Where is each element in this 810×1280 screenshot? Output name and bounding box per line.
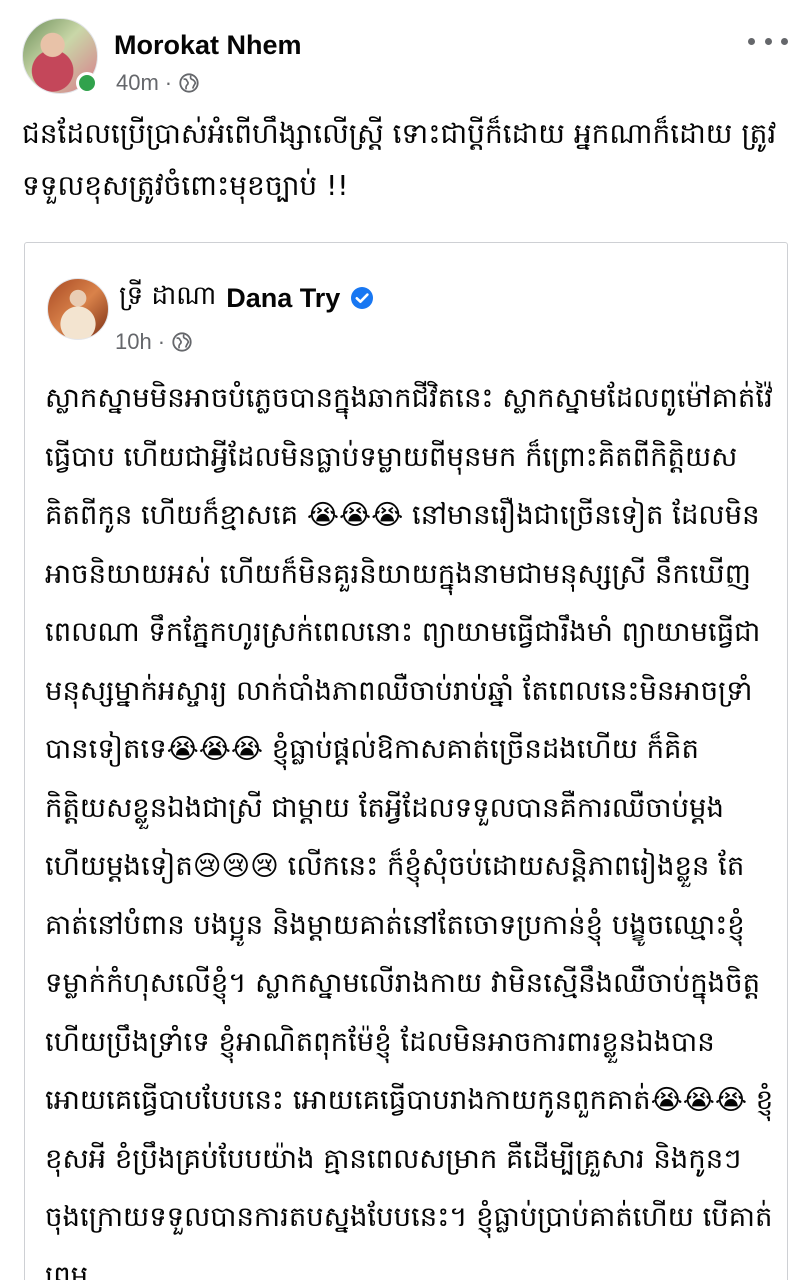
post-time[interactable]: 40m — [116, 70, 159, 96]
shared-author: ទ្រី ដាណា Dana Try — [119, 279, 374, 317]
globe-icon[interactable] — [178, 72, 200, 94]
post-text: ជនដែលប្រើប្រាស់អំពើហឹង្សាលើស្រ្តី ទោះជាប… — [22, 117, 777, 202]
more-dot — [781, 37, 788, 45]
author-name[interactable]: Morokat Nhem — [114, 30, 302, 61]
more-dot — [764, 37, 772, 45]
shared-author-avatar[interactable] — [47, 278, 109, 340]
shared-author-latin-name[interactable]: Dana Try — [226, 283, 340, 314]
shared-post-time[interactable]: 10h — [115, 329, 152, 355]
more-options-icon[interactable] — [748, 26, 788, 56]
shared-post-meta: 10h · — [115, 329, 193, 355]
shared-author-khmer-name[interactable]: ទ្រី ដាណា — [119, 279, 216, 317]
post-meta: 40m · — [116, 70, 200, 96]
globe-icon[interactable] — [171, 331, 193, 353]
meta-separator: · — [164, 70, 173, 95]
meta-separator: · — [157, 329, 166, 354]
shared-post-card[interactable]: ទ្រី ដាណា Dana Try 10h · ស្លាកស្នាមមិនអា… — [24, 242, 788, 1280]
verified-badge-icon — [351, 287, 374, 309]
shared-post-text: ស្លាកស្នាមមិនអាចបំភ្លេចបានក្នុងឆាកជីវិតន… — [45, 382, 774, 1280]
online-status-icon — [76, 72, 98, 94]
post-header: Morokat Nhem 40m · — [22, 18, 788, 98]
more-dot — [748, 37, 755, 45]
